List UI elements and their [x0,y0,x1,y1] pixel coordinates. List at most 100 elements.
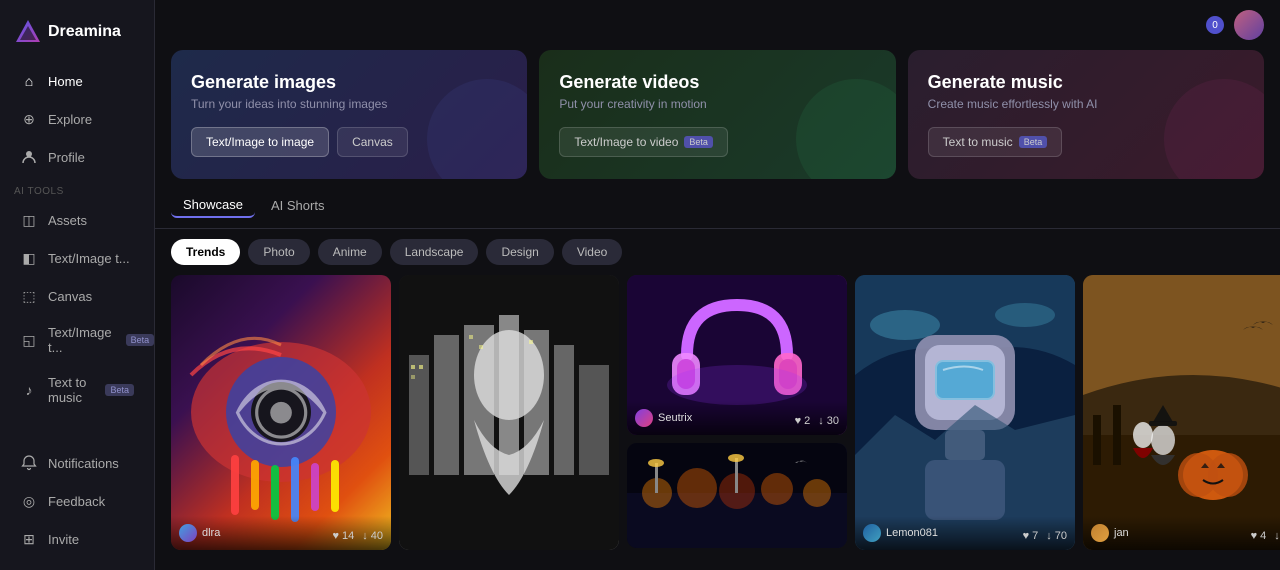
grid-item-city[interactable] [399,275,619,550]
hero-card-music: Generate music Create music effortlessly… [908,50,1264,179]
canvas-icon: ⬚ [20,287,38,305]
sidebar-item-texttomusic-label: Text to music [48,375,91,405]
robot-stats: ♥ 7 ↓ 70 [1023,530,1067,542]
sidebar-item-invite-label: Invite [48,532,79,547]
headphones-user: Seutrix [635,409,692,427]
headphones-stats: ♥ 2 ↓ 30 [795,415,839,427]
invite-icon: ⊞ [20,530,38,548]
heart-icon3: ♥ [1023,530,1030,542]
download-icon2: ↓ [818,415,824,427]
robot-likes-count: 7 [1032,530,1038,542]
textimage2-icon: ◱ [20,331,38,349]
grid-item-witch[interactable]: jan ♥ 4 ↓ 31 [1083,275,1280,550]
sidebar-item-invite[interactable]: ⊞ Invite [6,521,148,557]
user-avatar[interactable] [1234,10,1264,40]
image-grid: dlra ♥ 14 ↓ 40 [155,275,1280,570]
witch-likes-count: 4 [1260,530,1266,542]
eye-user-avatar [179,524,197,542]
sidebar-item-textimage[interactable]: ◧ Text/Image t... [6,240,148,276]
feedback-icon: ◎ [20,492,38,510]
eye-image-user: dlra [179,524,220,542]
top-header: 0 [155,0,1280,50]
filter-landscape[interactable]: Landscape [390,239,479,265]
sidebar-item-profile[interactable]: Profile [6,139,148,175]
sidebar-item-home-label: Home [48,74,83,89]
filter-trends[interactable]: Trends [171,239,240,265]
night-image [627,443,847,548]
sidebar-item-notifications[interactable]: Notifications [6,445,148,481]
robot-image [855,275,1075,550]
logo-text: Dreamina [48,23,121,41]
city-image [399,275,619,550]
grid-item-night[interactable] [627,443,847,548]
download-icon4: ↓ [1274,530,1280,542]
home-icon: ⌂ [20,72,38,90]
headphones-username: Seutrix [658,412,692,424]
assets-icon: ◫ [20,211,38,229]
witch-views: ↓ 31 [1274,530,1280,542]
logo: Dreamina [0,12,154,62]
sidebar-item-textimage2-label: Text/Image t... [48,325,112,355]
profile-icon [20,148,38,166]
beta-badge-music: Beta [105,384,134,396]
sidebar: Dreamina ⌂ Home ⊕ Explore Profile AI too… [0,0,155,570]
headphones-likes: ♥ 2 [795,415,811,427]
sidebar-item-assets-label: Assets [48,213,87,228]
sidebar-item-feedback[interactable]: ◎ Feedback [6,483,148,519]
tabs-bar: Showcase AI Shorts [155,193,1280,229]
headphones-user-avatar [635,409,653,427]
eye-likes-count: 14 [342,530,354,542]
textimage-icon: ◧ [20,249,38,267]
grid-item-robot[interactable]: Lemon081 ♥ 7 ↓ 70 [855,275,1075,550]
text-image-to-video-label: Text/Image to video [574,135,678,149]
headphones-views: ↓ 30 [818,415,839,427]
robot-views: ↓ 70 [1046,530,1067,542]
witch-stats: ♥ 4 ↓ 31 [1251,530,1280,542]
download-icon3: ↓ [1046,530,1052,542]
hero-card-images: Generate images Turn your ideas into stu… [171,50,527,179]
logo-icon [14,18,42,46]
sidebar-item-explore[interactable]: ⊕ Explore [6,101,148,137]
sidebar-item-textimage2[interactable]: ◱ Text/Image t... Beta [6,316,148,364]
eye-likes: ♥ 14 [332,530,354,542]
beta-badge-textimage2: Beta [126,334,155,346]
tab-showcase[interactable]: Showcase [171,193,255,218]
notifications-icon [20,454,38,472]
text-to-music-button[interactable]: Text to music Beta [928,127,1063,157]
robot-user: Lemon081 [863,524,938,542]
tab-ai-shorts[interactable]: AI Shorts [259,194,336,217]
sidebar-item-home[interactable]: ⌂ Home [6,63,148,99]
robot-username: Lemon081 [886,527,938,539]
grid-item-eye[interactable]: dlra ♥ 14 ↓ 40 [171,275,391,550]
hero-card-videos: Generate videos Put your creativity in m… [539,50,895,179]
filter-bar: Trends Photo Anime Landscape Design Vide… [155,229,1280,275]
notification-badge: 0 [1206,16,1224,34]
filter-video[interactable]: Video [562,239,622,265]
filter-photo[interactable]: Photo [248,239,309,265]
main-content: 0 Generate images Turn your ideas into s… [155,0,1280,570]
canvas-button[interactable]: Canvas [337,127,408,157]
sidebar-item-canvas[interactable]: ⬚ Canvas [6,278,148,314]
robot-likes: ♥ 7 [1023,530,1039,542]
witch-image [1083,275,1280,550]
filter-anime[interactable]: Anime [318,239,382,265]
witch-overlay: jan ♥ 4 ↓ 31 [1083,516,1280,550]
sidebar-item-assets[interactable]: ◫ Assets [6,202,148,238]
text-to-music-label: Text to music [943,135,1013,149]
headphones-views-count: 30 [827,415,839,427]
sidebar-item-texttomusic[interactable]: ♪ Text to music Beta [6,366,148,414]
music-beta-badge: Beta [1019,136,1048,148]
filter-design[interactable]: Design [486,239,553,265]
notification-area[interactable]: 0 [1206,16,1224,34]
eye-stats: ♥ 14 ↓ 40 [332,530,383,542]
eye-views-count: 40 [371,530,383,542]
heart-icon4: ♥ [1251,530,1258,542]
text-image-to-image-button[interactable]: Text/Image to image [191,127,329,157]
sidebar-item-feedback-label: Feedback [48,494,105,509]
heart-icon2: ♥ [795,415,802,427]
grid-item-headphones[interactable]: Seutrix ♥ 2 ↓ 30 [627,275,847,435]
music-icon: ♪ [20,381,38,399]
heart-icon: ♥ [332,530,339,542]
text-image-to-video-button[interactable]: Text/Image to video Beta [559,127,728,157]
download-icon: ↓ [362,530,368,542]
